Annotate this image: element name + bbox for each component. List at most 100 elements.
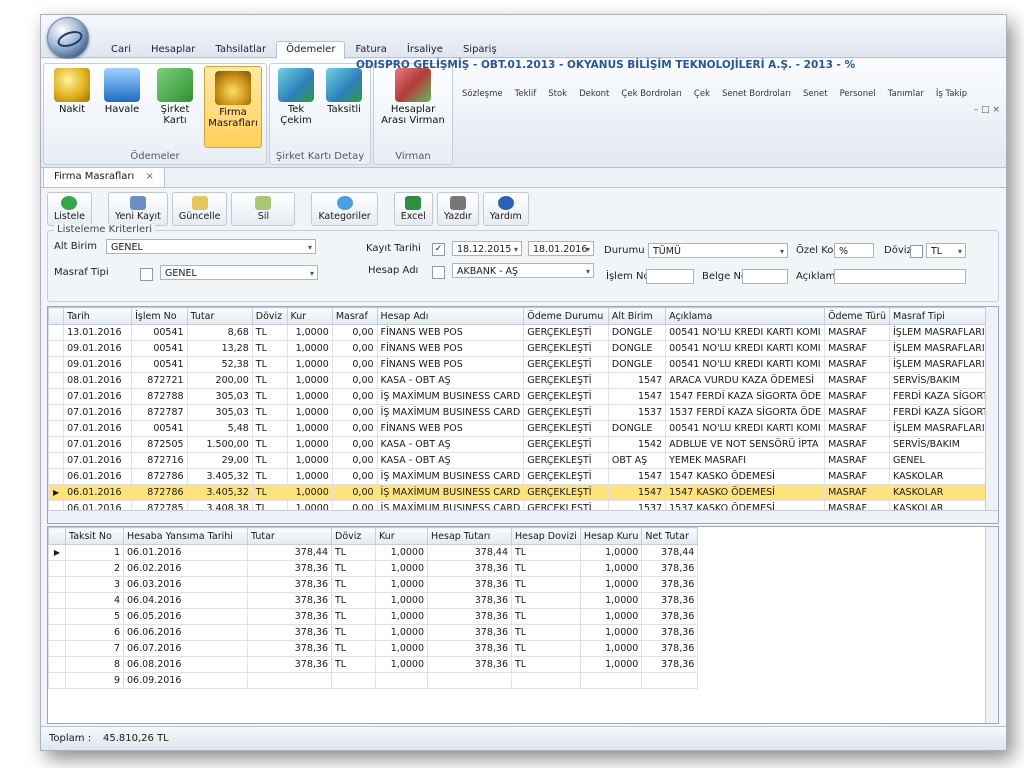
table-row[interactable]: 07.01.2016 00541 5,48 TL 1,0000 0,00 FİNANS WE… bbox=[48, 420, 998, 437]
column-header[interactable]: Tutar bbox=[247, 527, 332, 545]
column-header[interactable]: Döviz bbox=[331, 527, 376, 545]
main-grid-vscroll[interactable] bbox=[985, 307, 998, 523]
table-row[interactable]: 07.01.2016 872505 1.500,00 TL 1,0000 0,00 KASA… bbox=[48, 436, 998, 453]
column-header[interactable]: Tutar bbox=[186, 307, 253, 325]
excel-button[interactable]: Excel bbox=[393, 192, 433, 226]
coin-icon bbox=[54, 68, 90, 102]
tab-9[interactable]: Stok bbox=[542, 89, 573, 99]
tek-cekim-button[interactable]: Tek Çekim bbox=[274, 68, 318, 126]
column-header[interactable]: Kur bbox=[375, 527, 428, 545]
nakit-button[interactable]: Nakit bbox=[50, 68, 94, 115]
column-header[interactable]: Hesap Kuru bbox=[579, 527, 643, 545]
table-row[interactable]: 7 06.07.2016 378,36 TL 1,0000 378,36 TL 1,0000 3… bbox=[48, 640, 699, 657]
column-header[interactable]: Ödeme Türü bbox=[824, 307, 890, 325]
window-controls[interactable]: – □ × bbox=[974, 105, 1000, 115]
yazdir-button[interactable]: Yazdır bbox=[436, 192, 479, 226]
tab-7[interactable]: Sözleşme bbox=[456, 89, 509, 99]
table-row[interactable]: ▶ 06.01.2016 872786 3.405,32 TL 1,0000 0,00 İŞ … bbox=[48, 484, 998, 501]
detail-grid[interactable]: Taksit No Hesaba Yansıma Tarihi Tutar Döviz… bbox=[47, 526, 999, 724]
app-orb-icon[interactable] bbox=[47, 17, 89, 59]
tab-2[interactable]: Tahsilatlar bbox=[205, 41, 276, 59]
tab-0[interactable]: Cari bbox=[101, 41, 141, 59]
column-header[interactable]: Masraf Tipi bbox=[889, 307, 998, 325]
islem-no-input[interactable] bbox=[646, 269, 694, 284]
table-row[interactable]: 08.01.2016 872721 200,00 TL 1,0000 0,00 KASA -… bbox=[48, 372, 998, 389]
tab-11[interactable]: Çek Bordroları bbox=[615, 89, 688, 99]
column-header[interactable]: Kur bbox=[286, 307, 333, 325]
firma-masraflari-button[interactable]: Firma Masrafları bbox=[204, 66, 262, 148]
table-row[interactable]: 09.01.2016 00541 52,38 TL 1,0000 0,00 FİNANS W… bbox=[48, 356, 998, 373]
tab-1[interactable]: Hesaplar bbox=[141, 41, 205, 59]
tab-13[interactable]: Senet Bordroları bbox=[716, 89, 797, 99]
date-from-picker[interactable]: 18.12.2015 bbox=[452, 241, 522, 256]
table-row[interactable]: 2 06.02.2016 378,36 TL 1,0000 378,36 TL 1,0000 3… bbox=[48, 560, 699, 577]
table-row[interactable]: 07.01.2016 872788 305,03 TL 1,0000 0,00 İŞ MAX… bbox=[48, 388, 998, 405]
tab-12[interactable]: Çek bbox=[688, 89, 716, 99]
column-header[interactable]: Net Tutar bbox=[641, 527, 699, 545]
table-cell: KASA - OBT AŞ bbox=[376, 372, 525, 389]
havale-button[interactable]: Havale bbox=[100, 68, 144, 115]
tab-14[interactable]: Senet bbox=[797, 89, 834, 99]
tab-8[interactable]: Teklif bbox=[509, 89, 543, 99]
column-header[interactable]: Hesap Adı bbox=[376, 307, 525, 325]
tab-17[interactable]: İş Takip bbox=[930, 89, 973, 99]
table-row[interactable]: 3 06.03.2016 378,36 TL 1,0000 378,36 TL 1,0000 3… bbox=[48, 576, 699, 593]
listele-button[interactable]: Listele bbox=[47, 192, 92, 226]
table-row[interactable]: 5 06.05.2016 378,36 TL 1,0000 378,36 TL 1,0000 3… bbox=[48, 608, 699, 625]
masraf-tipi-select[interactable]: GENEL bbox=[160, 265, 318, 280]
table-row[interactable]: 09.01.2016 00541 13,28 TL 1,0000 0,00 FİNANS W… bbox=[48, 340, 998, 357]
sirket-karti-button[interactable]: Şirket Kartı bbox=[152, 68, 198, 126]
table-row[interactable]: 07.01.2016 872716 29,00 TL 1,0000 0,00 KASA - … bbox=[48, 452, 998, 469]
belge-no-input[interactable] bbox=[742, 269, 788, 284]
table-row[interactable]: ▶ 1 06.01.2016 378,44 TL 1,0000 378,44 TL 1,0000… bbox=[48, 544, 699, 561]
durumu-select[interactable]: TÜMÜ bbox=[648, 243, 788, 258]
main-grid[interactable]: Tarih İşlem No Tutar Döviz Kur Masraf Hesap Ad… bbox=[47, 306, 999, 524]
column-header[interactable]: Masraf bbox=[331, 307, 378, 325]
tab-16[interactable]: Tanımlar bbox=[882, 89, 930, 99]
column-header[interactable]: Döviz bbox=[251, 307, 288, 325]
column-header[interactable]: Taksit No bbox=[65, 527, 124, 545]
column-header[interactable]: Açıklama bbox=[665, 307, 826, 325]
column-header[interactable]: Tarih bbox=[63, 307, 133, 325]
tab-4[interactable]: Fatura bbox=[345, 41, 396, 59]
sil-button[interactable]: Sil bbox=[231, 192, 296, 226]
tab-3[interactable]: Ödemeler bbox=[276, 41, 346, 59]
tab-6[interactable]: Sipariş bbox=[453, 41, 507, 59]
date-to-picker[interactable]: 18.01.2016 bbox=[528, 241, 594, 256]
table-row[interactable]: 13.01.2016 00541 8,68 TL 1,0000 0,00 FİNANS WE… bbox=[48, 324, 998, 341]
main-grid-hscroll[interactable] bbox=[48, 510, 998, 523]
yeni-kayit-button[interactable]: Yeni Kayıt bbox=[107, 192, 168, 226]
close-tab-icon[interactable]: × bbox=[146, 171, 154, 182]
tab-10[interactable]: Dekont bbox=[573, 89, 615, 99]
table-row[interactable]: 07.01.2016 872787 305,03 TL 1,0000 0,00 İŞ MAX… bbox=[48, 404, 998, 421]
table-row[interactable]: 8 06.08.2016 378,36 TL 1,0000 378,36 TL 1,0000 3… bbox=[48, 656, 699, 673]
alt-birim-select[interactable]: GENEL bbox=[106, 239, 316, 254]
table-row[interactable]: 9 06.09.2016 bbox=[48, 672, 699, 689]
hesaplar-arasi-virman-button[interactable]: Hesaplar Arası Virman bbox=[378, 68, 448, 126]
table-row[interactable]: 06.01.2016 872786 3.405,32 TL 1,0000 0,00 İŞ M… bbox=[48, 468, 998, 485]
column-header[interactable]: Alt Birim bbox=[607, 307, 667, 325]
column-header[interactable]: Hesap Tutarı bbox=[427, 527, 512, 545]
column-header[interactable]: Ödeme Durumu bbox=[523, 307, 609, 325]
kayit-tarihi-checkbox[interactable]: ✓ bbox=[432, 243, 445, 256]
column-header[interactable]: İşlem No bbox=[131, 307, 188, 325]
column-header[interactable]: Hesaba Yansıma Tarihi bbox=[123, 527, 248, 545]
guncelle-button[interactable]: Güncelle bbox=[171, 192, 228, 226]
aciklama-input[interactable] bbox=[834, 269, 966, 284]
table-cell bbox=[331, 672, 376, 689]
hesap-adi-select[interactable]: AKBANK - AŞ bbox=[452, 263, 594, 278]
column-header[interactable]: Hesap Dovizi bbox=[511, 527, 581, 545]
taksitli-button[interactable]: Taksitli bbox=[322, 68, 366, 115]
hesap-adi-checkbox[interactable] bbox=[432, 266, 445, 279]
doviz-checkbox[interactable] bbox=[910, 245, 923, 258]
table-row[interactable]: 6 06.06.2016 378,36 TL 1,0000 378,36 TL 1,0000 3… bbox=[48, 624, 699, 641]
doviz-select[interactable]: TL bbox=[926, 243, 966, 258]
detail-grid-vscroll[interactable] bbox=[985, 527, 998, 723]
yardim-button[interactable]: Yardım bbox=[482, 192, 529, 226]
masraf-tipi-checkbox[interactable] bbox=[140, 268, 153, 281]
table-row[interactable]: 4 06.04.2016 378,36 TL 1,0000 378,36 TL 1,0000 3… bbox=[48, 592, 699, 609]
ozel-kod-input[interactable]: % bbox=[834, 243, 874, 258]
tab-5[interactable]: İrsaliye bbox=[397, 41, 453, 59]
tab-15[interactable]: Personel bbox=[834, 89, 882, 99]
kategoriler-button[interactable]: Kategoriler bbox=[311, 192, 378, 226]
